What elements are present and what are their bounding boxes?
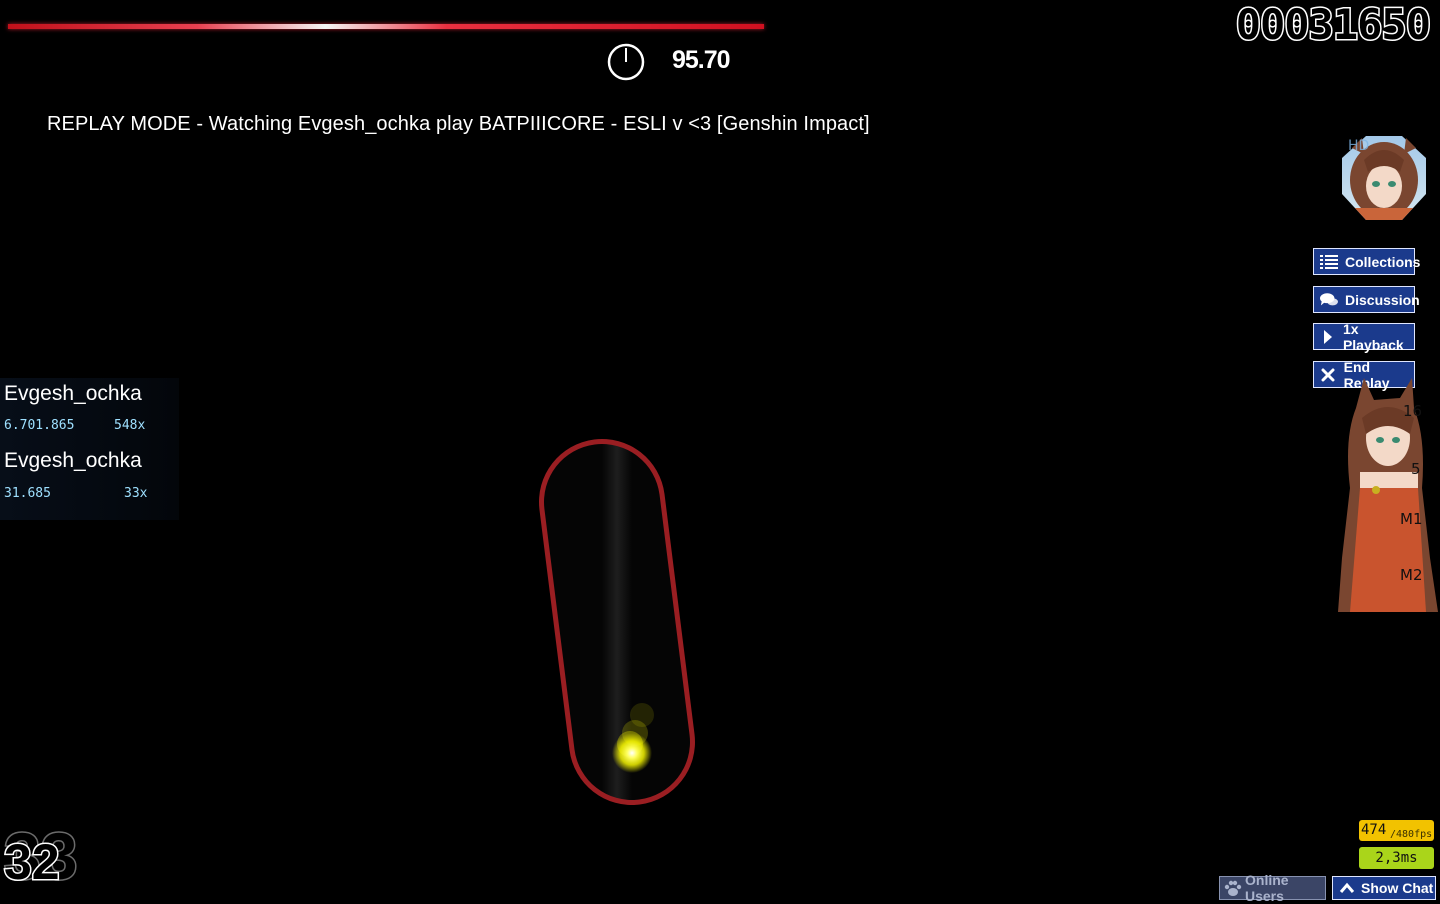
collections-button[interactable]: Collections [1313, 248, 1420, 275]
chat-bubbles-icon [1320, 292, 1338, 308]
leaderboard-combo: 33x [124, 486, 148, 501]
leaderboard-name: Evgesh_ochka [4, 449, 142, 472]
discussion-button[interactable]: Discussion [1313, 286, 1420, 313]
leaderboard-score: 31.685 [4, 486, 51, 501]
collections-label: Collections [1345, 253, 1421, 270]
key-counter-k2: 5 [1411, 460, 1421, 478]
cursor [612, 733, 652, 773]
player-avatar: HD [1342, 136, 1426, 220]
svg-text:HD: HD [1348, 138, 1369, 154]
playback-speed-button[interactable]: 1x Playback [1313, 320, 1415, 353]
latency-counter: 2,3ms [1359, 847, 1434, 869]
play-arrow-icon [1320, 329, 1336, 345]
leaderboard-combo: 548x [114, 418, 146, 433]
leaderboard-score: 6.701.865 [4, 418, 75, 433]
clock-icon [607, 43, 645, 81]
health-bar-fill [8, 24, 764, 29]
combo-counter: 32 [3, 833, 62, 892]
show-chat-label: Show Chat [1361, 880, 1434, 896]
chevron-up-icon [1339, 882, 1355, 894]
accuracy-display: 95.70 [672, 46, 731, 74]
character-illustration [1338, 378, 1438, 612]
playfield [539, 439, 695, 805]
key-counter-k1: 16 [1403, 402, 1423, 420]
fps-counter: 474 /480fps [1359, 820, 1434, 841]
list-icon [1320, 254, 1338, 270]
leaderboard: Evgesh_ochka 6.701.865 548x Evgesh_ochka… [0, 378, 179, 520]
leaderboard-name: Evgesh_ochka [4, 382, 142, 405]
key-counter-m1: M1 [1400, 510, 1423, 528]
paw-icon [1223, 879, 1243, 897]
online-users-label: Online Users [1245, 872, 1289, 904]
slider[interactable] [539, 439, 695, 805]
online-users-button[interactable]: Online Users [1219, 872, 1326, 904]
discussion-label: Discussion [1345, 291, 1420, 308]
show-chat-button[interactable]: Show Chat [1332, 876, 1436, 900]
key-counter-m2: M2 [1400, 566, 1423, 584]
fps-limit: /480fps [1390, 829, 1433, 840]
fps-value: 474 [1361, 822, 1387, 838]
score-counter: 00031650 [1234, 0, 1432, 51]
replay-banner: REPLAY MODE - Watching Evgesh_ochka play… [47, 113, 870, 135]
playback-speed-label: 1x Playback [1342, 320, 1404, 353]
